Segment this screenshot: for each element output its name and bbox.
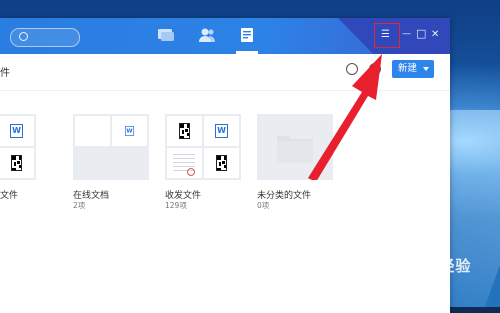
folder-count: 2项 — [73, 201, 86, 210]
watermark: Baidu 经验 — [380, 257, 472, 275]
watermark-url: jingyan.baidu.com — [382, 290, 447, 298]
qr-thumbnail — [0, 148, 34, 178]
qr-code-icon — [216, 155, 227, 171]
maximize-icon[interactable]: □ — [416, 27, 430, 41]
stamp-icon — [187, 168, 195, 176]
annotation-arrow — [308, 54, 382, 180]
word-file-thumbnail: W — [112, 116, 147, 146]
word-icon: W — [124, 126, 135, 136]
close-icon[interactable]: ✕ — [431, 29, 445, 43]
word-icon: W — [10, 124, 23, 138]
contacts-icon[interactable] — [198, 27, 216, 43]
document-thumbnail — [167, 148, 202, 178]
blank-thumbnail — [75, 116, 110, 146]
folder-tile[interactable]: W — [0, 114, 36, 180]
qr-thumbnail — [204, 148, 239, 178]
qr-thumbnail — [167, 116, 202, 146]
word-file-thumbnail: W — [0, 116, 34, 146]
search-input[interactable] — [10, 28, 80, 47]
chat-icon[interactable] — [157, 27, 175, 43]
folder-title: 件 — [0, 68, 10, 79]
search-icon — [19, 32, 28, 41]
folder-count: 0项 — [257, 201, 270, 210]
qr-code-icon — [179, 123, 190, 139]
folder-name: 文件 — [0, 191, 19, 201]
word-icon: W — [215, 124, 228, 138]
folder-tile[interactable]: W — [165, 114, 241, 180]
chevron-down-icon — [423, 67, 429, 71]
word-file-thumbnail: W — [204, 116, 239, 146]
files-icon[interactable] — [238, 27, 256, 43]
folder-count: 129项 — [165, 201, 187, 210]
folder-tile[interactable]: W — [73, 114, 149, 180]
qr-code-icon — [11, 155, 22, 171]
